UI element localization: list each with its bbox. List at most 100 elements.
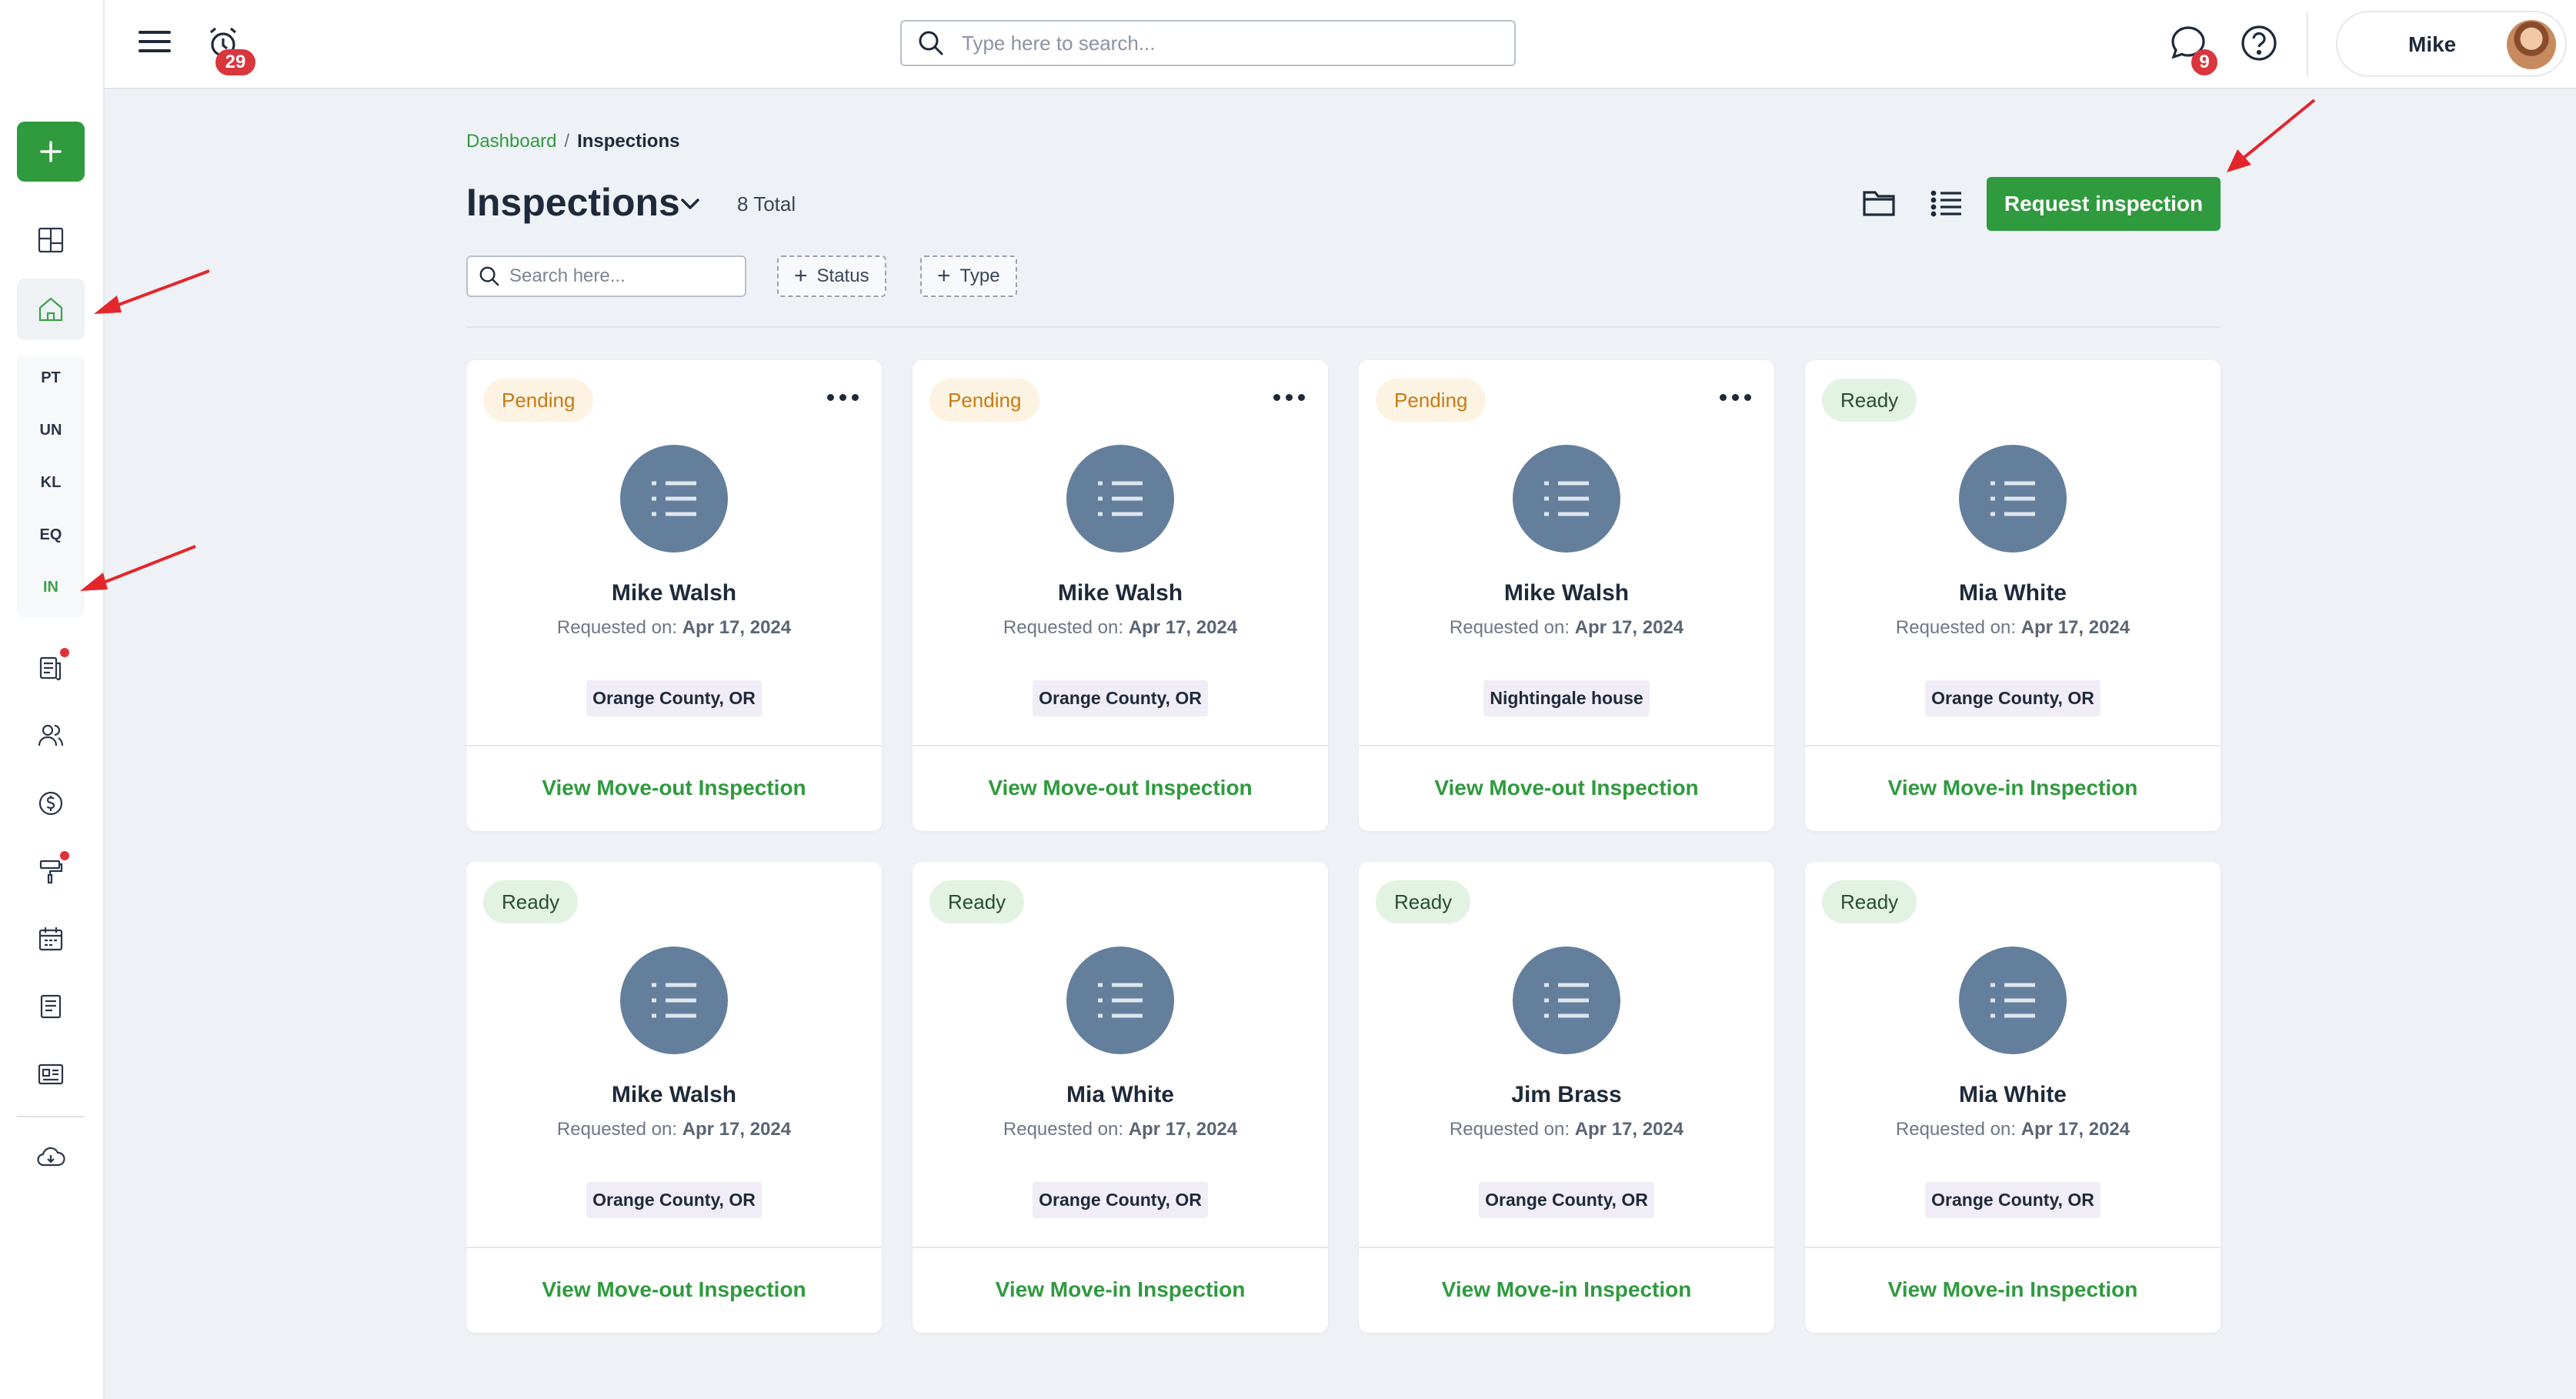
- calendar-icon: [38, 927, 63, 951]
- folder-view-button[interactable]: [1860, 185, 1897, 222]
- global-search[interactable]: [900, 20, 1516, 66]
- inspection-card: Ready Mike Walsh Requested on: Apr 17, 2…: [466, 862, 882, 1333]
- plus-icon: +: [937, 263, 951, 289]
- location-tag: Orange County, OR: [1925, 680, 2101, 716]
- inspections-search[interactable]: [466, 255, 746, 297]
- inspection-avatar: [1066, 445, 1174, 553]
- list-icon: [1544, 983, 1589, 1018]
- card-divider: [466, 1247, 882, 1248]
- plus-icon: [40, 141, 62, 162]
- location-tag: Orange County, OR: [586, 1182, 762, 1218]
- title-dropdown-button[interactable]: [677, 191, 703, 217]
- sidebar-item-download[interactable]: [17, 1127, 85, 1188]
- sidebar-divider: [17, 1116, 85, 1117]
- view-inspection-link[interactable]: View Move-in Inspection: [1805, 1277, 2221, 1302]
- paint-roller-icon: [39, 860, 63, 884]
- total-count: 8 Total: [737, 192, 796, 215]
- requester-name: Mike Walsh: [611, 580, 737, 606]
- inspection-card: Ready Mia White Requested on: Apr 17, 20…: [1805, 360, 2221, 831]
- chevron-down-icon: [681, 199, 699, 209]
- type-filter-button[interactable]: + Type: [920, 255, 1017, 297]
- view-inspection-link[interactable]: View Move-in Inspection: [1805, 776, 2221, 800]
- sidebar: PT UN KL EQ IN: [0, 0, 105, 1399]
- home-icon: [38, 297, 63, 322]
- view-inspection-link[interactable]: View Move-out Inspection: [913, 776, 1328, 800]
- status-badge: Pending: [1376, 379, 1487, 422]
- view-inspection-link[interactable]: View Move-in Inspection: [913, 1277, 1328, 1302]
- help-button[interactable]: [2239, 23, 2279, 63]
- inspection-card: Ready Jim Brass Requested on: Apr 17, 20…: [1359, 862, 1774, 1333]
- inspection-avatar: [1513, 445, 1620, 553]
- requested-on: Requested on: Apr 17, 2024: [556, 617, 792, 638]
- location-tag: Nightingale house: [1483, 680, 1650, 716]
- request-inspection-button[interactable]: Request inspection: [1987, 177, 2221, 231]
- card-divider: [1805, 745, 2221, 746]
- search-icon: [919, 31, 943, 55]
- inspection-avatar: [1959, 445, 2067, 553]
- card-divider: [913, 745, 1328, 746]
- dollar-icon: [38, 791, 63, 816]
- top-bar: 29 9 Mike: [105, 0, 2576, 89]
- sidebar-item-calendar[interactable]: [17, 908, 85, 970]
- folder-icon: [1863, 191, 1895, 216]
- inspection-card: Pending Mike Walsh Requested on: Apr 17,…: [913, 360, 1328, 831]
- list-icon: [652, 481, 696, 516]
- view-inspection-link[interactable]: View Move-out Inspection: [1359, 776, 1774, 800]
- more-options-button[interactable]: [1714, 391, 1751, 405]
- user-menu[interactable]: Mike: [2336, 11, 2567, 77]
- inspection-avatar: [620, 445, 728, 553]
- global-search-input[interactable]: [962, 31, 1500, 55]
- sidebar-item-people[interactable]: [17, 705, 85, 766]
- card-divider: [1805, 1247, 2221, 1248]
- breadcrumb-separator: /: [564, 131, 570, 152]
- list-view-button[interactable]: [1928, 185, 1965, 222]
- sidebar-item-kl[interactable]: KL: [17, 474, 85, 492]
- status-badge: Ready: [1822, 880, 1917, 923]
- requested-on: Requested on: Apr 17, 2024: [1895, 617, 2131, 638]
- messages-badge: 9: [2191, 49, 2217, 75]
- alarm-button[interactable]: 29: [205, 23, 255, 75]
- view-inspection-link[interactable]: View Move-in Inspection: [1359, 1277, 1774, 1302]
- add-button[interactable]: [17, 122, 85, 182]
- more-options-button[interactable]: [1268, 391, 1305, 405]
- status-badge: Ready: [483, 880, 579, 923]
- topbar-divider: [2307, 12, 2308, 77]
- inspection-card: Ready Mia White Requested on: Apr 17, 20…: [913, 862, 1328, 1333]
- breadcrumb-dashboard-link[interactable]: Dashboard: [466, 131, 556, 152]
- menu-toggle-button[interactable]: [138, 26, 174, 62]
- sidebar-item-documents[interactable]: [17, 976, 85, 1037]
- sidebar-item-payments[interactable]: [17, 773, 85, 834]
- card-divider: [1359, 745, 1774, 746]
- sidebar-item-maintenance[interactable]: [17, 840, 85, 902]
- card-divider: [466, 745, 882, 746]
- status-filter-button[interactable]: + Status: [777, 255, 886, 297]
- view-inspection-link[interactable]: View Move-out Inspection: [466, 776, 882, 800]
- requester-name: Mike Walsh: [611, 1082, 737, 1107]
- plus-icon: +: [794, 263, 808, 289]
- inspections-search-input[interactable]: [509, 265, 740, 287]
- view-inspection-link[interactable]: View Move-out Inspection: [466, 1277, 882, 1302]
- requester-name: Mike Walsh: [1057, 580, 1183, 606]
- requested-on: Requested on: Apr 17, 2024: [1895, 1119, 2131, 1140]
- inspection-avatar: [1959, 947, 2067, 1054]
- sidebar-item-pt[interactable]: PT: [17, 369, 85, 387]
- sidebar-item-un[interactable]: UN: [17, 422, 85, 439]
- status-badge: Ready: [1376, 880, 1471, 923]
- breadcrumb: Dashboard / Inspections: [466, 131, 679, 152]
- dashboard-icon: [38, 227, 64, 253]
- sidebar-item-dashboard[interactable]: [17, 209, 85, 271]
- messages-button[interactable]: 9: [2168, 23, 2217, 75]
- requested-on: Requested on: Apr 17, 2024: [1003, 617, 1238, 638]
- sidebar-item-properties[interactable]: [17, 279, 85, 340]
- requested-on: Requested on: Apr 17, 2024: [1449, 1119, 1684, 1140]
- list-icon: [1098, 481, 1143, 516]
- user-name: Mike: [2408, 32, 2457, 56]
- sidebar-item-reports[interactable]: [17, 637, 85, 699]
- id-card-icon: [38, 1063, 64, 1085]
- more-options-button[interactable]: [822, 391, 859, 405]
- list-icon: [1990, 983, 2035, 1018]
- location-tag: Orange County, OR: [1033, 680, 1208, 716]
- list-icon: [1930, 190, 1961, 217]
- location-tag: Orange County, OR: [586, 680, 762, 716]
- sidebar-item-listings[interactable]: [17, 1043, 85, 1105]
